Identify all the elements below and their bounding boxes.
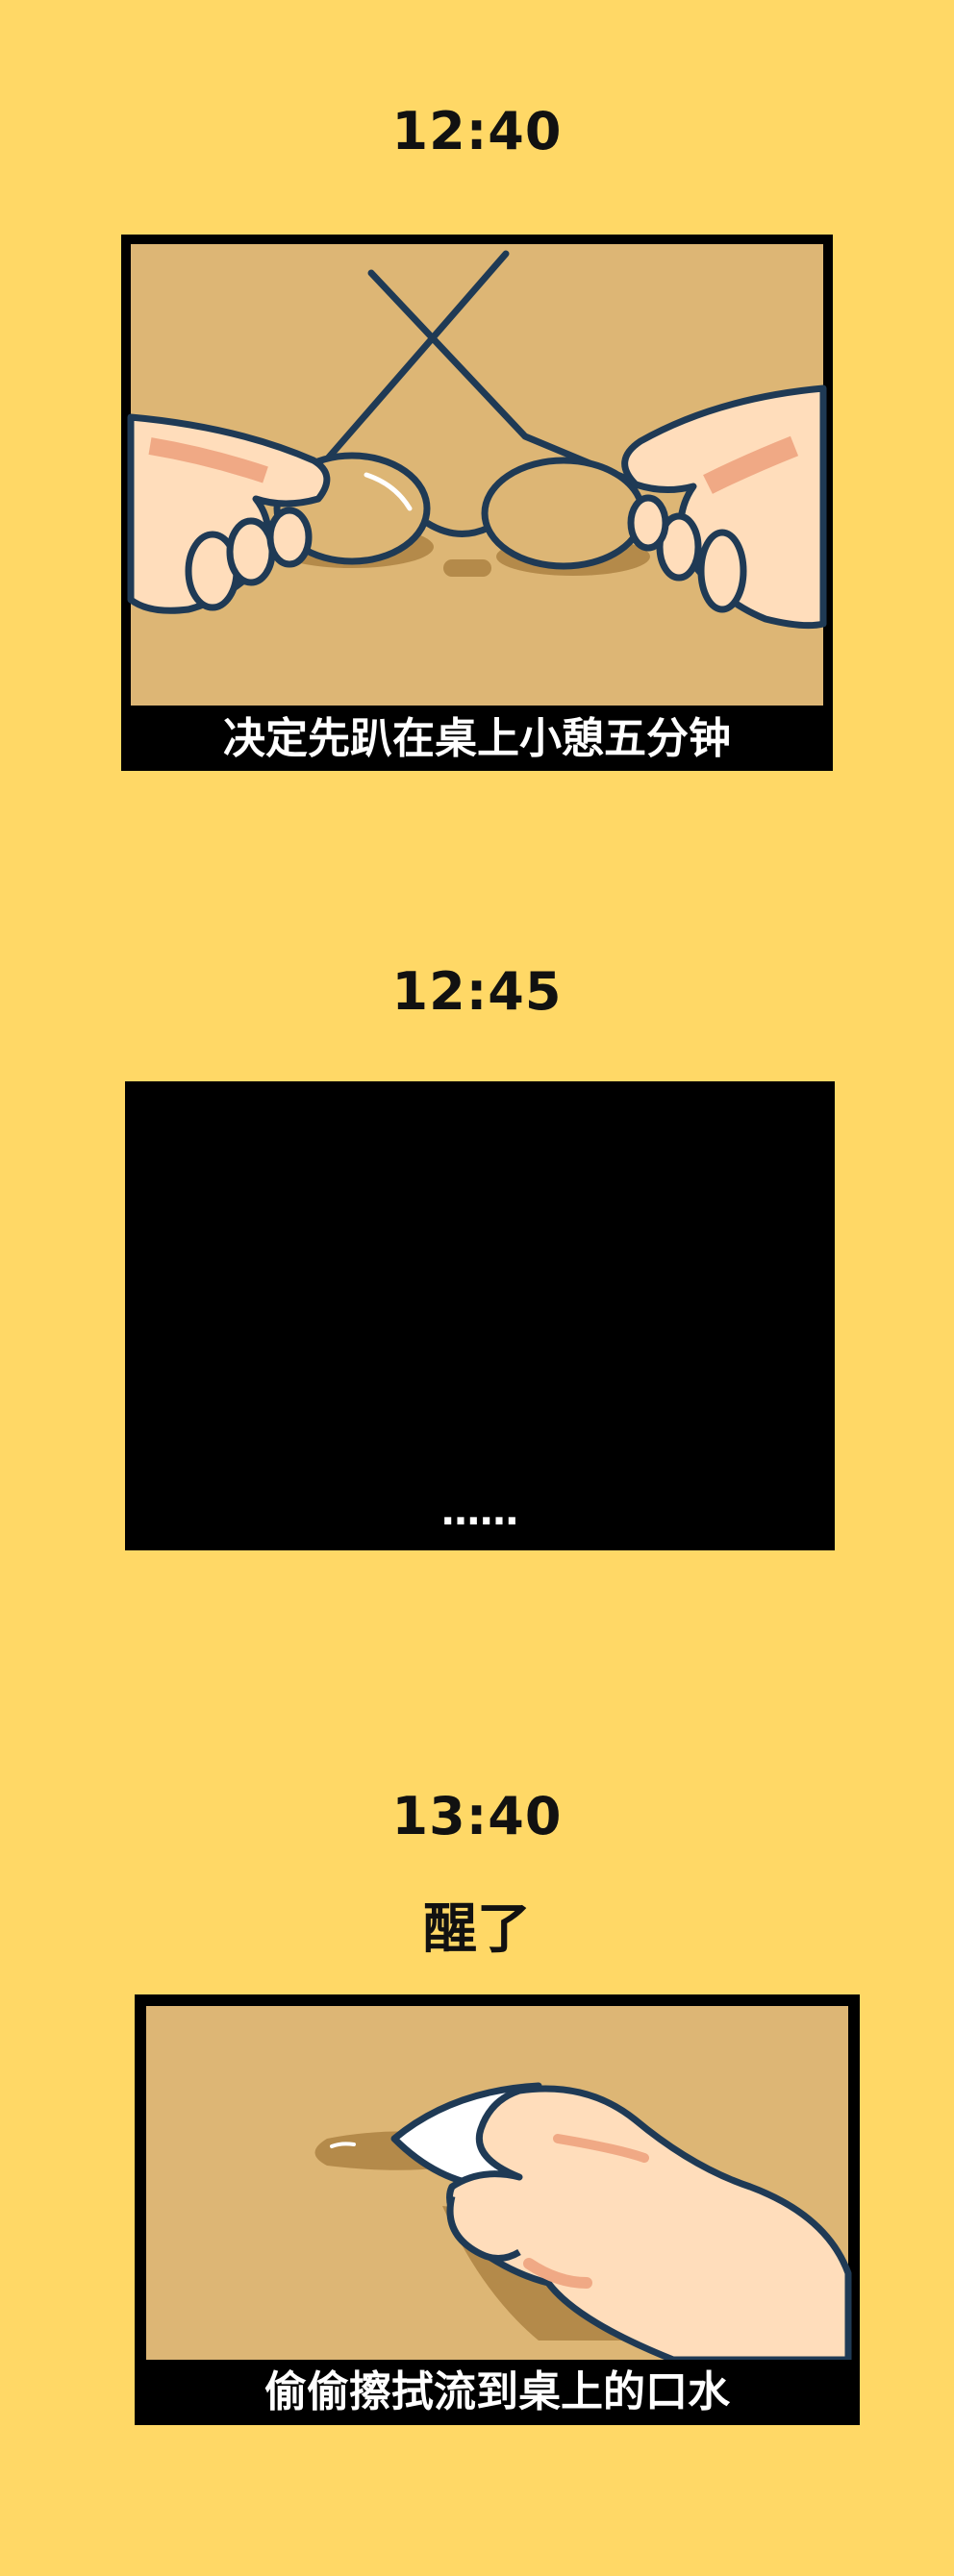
panel-2-frame: ……: [125, 1081, 835, 1550]
panel-3-time: 13:40: [391, 1786, 563, 1846]
panel-2-time: 12:45: [391, 961, 563, 1022]
panel-1-frame: 决定先趴在桌上小憩五分钟: [121, 235, 833, 771]
panel-1-illustration: [127, 244, 827, 706]
panel-2-caption: ……: [125, 1483, 835, 1550]
panel-3-subtitle: 醒了: [423, 1898, 531, 1961]
panel-1-caption: 决定先趴在桌上小憩五分钟: [121, 707, 833, 771]
panel-3-frame: 偷偷擦拭流到桌上的口水: [135, 1994, 860, 2425]
panel-3-illustration: [146, 2006, 852, 2360]
panel-3-caption: 偷偷擦拭流到桌上的口水: [135, 2360, 860, 2425]
panel-1-time: 12:40: [391, 101, 563, 161]
